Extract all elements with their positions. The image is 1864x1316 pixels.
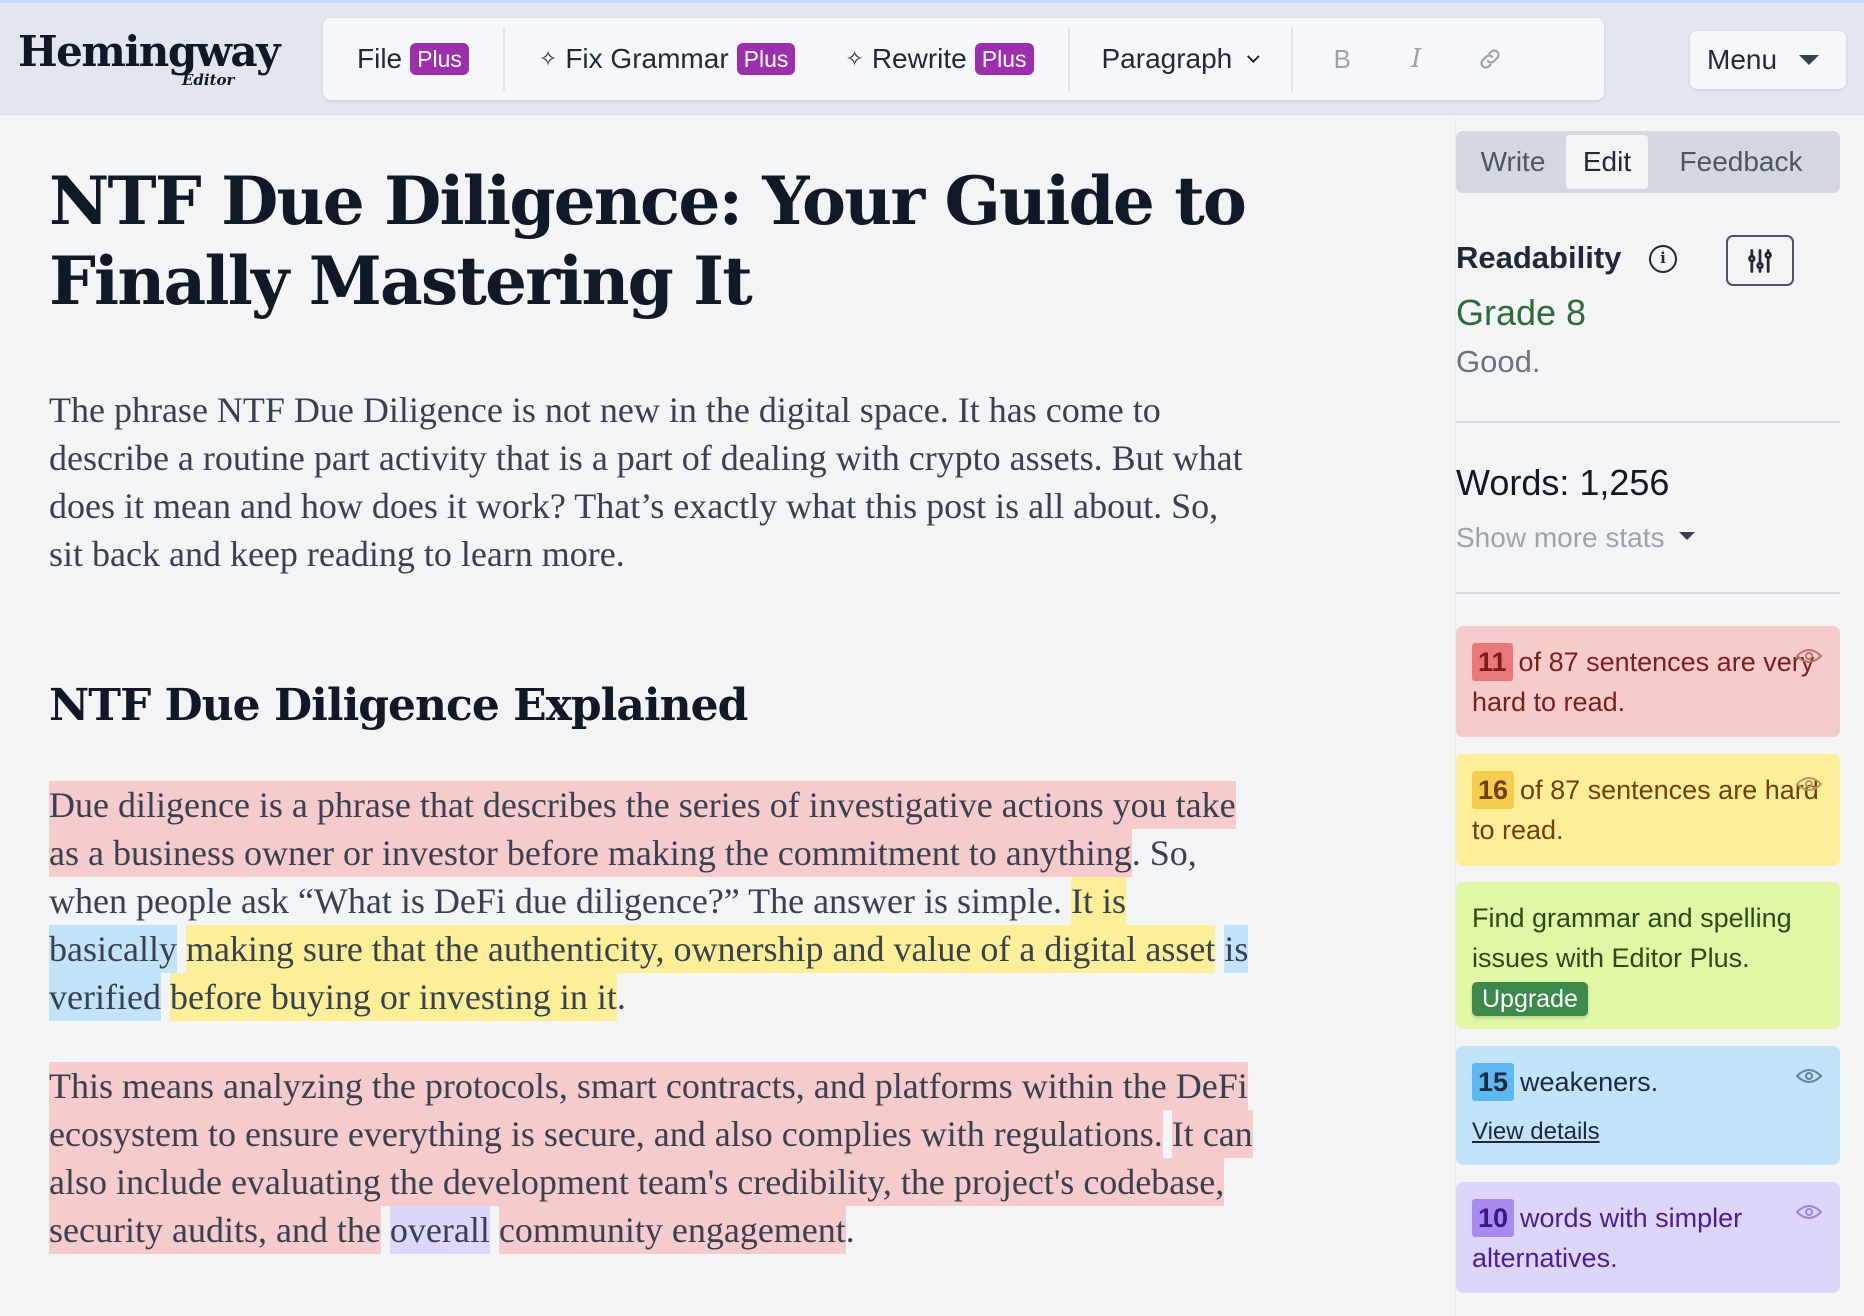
readability-settings-button[interactable]: [1726, 235, 1794, 286]
document-title[interactable]: NTF Due Diligence: Your Guide to Finally…: [49, 161, 1269, 321]
hemingway-logo[interactable]: Hemingway Editor: [18, 27, 280, 91]
eye-icon[interactable]: [1796, 774, 1822, 794]
mode-tabs: Write Edit Feedback: [1456, 131, 1840, 193]
eye-icon[interactable]: [1796, 1202, 1822, 1222]
italic-icon: I: [1411, 44, 1422, 74]
sparkle-icon: ✧: [845, 46, 864, 71]
sidebar: Write Edit Feedback Readability i Grade …: [1456, 116, 1840, 1316]
simpler-alternatives-card[interactable]: 10 words with simpler alternatives.: [1456, 1182, 1840, 1293]
eye-icon[interactable]: [1796, 646, 1822, 666]
tab-write[interactable]: Write: [1460, 135, 1566, 189]
paragraph-3[interactable]: This means analyzing the protocols, smar…: [49, 1062, 1259, 1254]
readability-label: Readability: [1456, 240, 1622, 275]
logo-main: Hemingway: [18, 27, 280, 76]
card-text: of 87 sentences are very hard to read.: [1472, 647, 1815, 717]
paragraph-2[interactable]: Due diligence is a phrase that describes…: [49, 781, 1259, 1021]
show-more-label: Show more stats: [1456, 522, 1665, 553]
menu-button[interactable]: Menu: [1690, 31, 1846, 89]
grammar-upsell-card: Find grammar and spelling issues with Ed…: [1456, 882, 1840, 1029]
rewrite-button[interactable]: ✧ Rewrite Plus: [827, 18, 1067, 100]
tab-feedback[interactable]: Feedback: [1648, 135, 1834, 189]
sliders-icon: [1748, 248, 1772, 273]
toolbar-divider: [1291, 27, 1294, 91]
menu-label: Menu: [1707, 44, 1778, 75]
count-badge: 16: [1472, 771, 1515, 809]
show-more-stats-button[interactable]: Show more stats: [1456, 522, 1695, 554]
eye-icon[interactable]: [1796, 1066, 1822, 1086]
count-badge: 15: [1472, 1063, 1515, 1101]
hard-sentences-card[interactable]: 16 of 87 sentences are hard to read.: [1456, 754, 1840, 866]
very-hard-sentence-highlight[interactable]: community engagement: [498, 1206, 846, 1254]
app-header: Hemingway Editor File Plus ✧ Fix Grammar…: [0, 3, 1864, 115]
file-button[interactable]: File Plus: [323, 18, 503, 100]
simpler-word-highlight[interactable]: overall: [389, 1206, 490, 1254]
section-divider: [1456, 421, 1840, 423]
card-text: of 87 sentences are hard to read.: [1472, 775, 1819, 845]
count-badge: 10: [1472, 1199, 1515, 1237]
hard-sentence-highlight[interactable]: before buying or investing in it: [169, 973, 617, 1021]
upgrade-button[interactable]: Upgrade: [1472, 982, 1588, 1016]
info-icon[interactable]: i: [1649, 245, 1677, 273]
paragraph-select-value: Paragraph: [1101, 43, 1233, 74]
section-divider: [1456, 592, 1840, 594]
plain-text: .: [845, 1210, 855, 1250]
card-text: weakeners.: [1520, 1067, 1659, 1097]
weakener-highlight[interactable]: basically: [49, 925, 177, 973]
fix-grammar-label: Fix Grammar: [565, 43, 729, 74]
plain-text: .: [616, 977, 626, 1017]
caret-down-icon: [1678, 532, 1695, 540]
view-details-link[interactable]: View details: [1472, 1112, 1600, 1152]
paragraph-style-select[interactable]: Paragraph: [1070, 18, 1292, 100]
editor-area[interactable]: NTF Due Diligence: Your Guide to Finally…: [0, 116, 1455, 1316]
bold-button[interactable]: B: [1305, 18, 1379, 100]
sparkle-icon: ✧: [538, 46, 558, 71]
very-hard-sentence-highlight[interactable]: This means analyzing the protocols, smar…: [49, 1062, 1248, 1158]
link-icon: [1480, 49, 1500, 69]
plus-badge: Plus: [410, 43, 469, 75]
file-label: File: [357, 43, 403, 74]
weakeners-card[interactable]: 15 weakeners. View details: [1456, 1046, 1840, 1165]
count-badge: 11: [1472, 643, 1513, 681]
tab-edit[interactable]: Edit: [1566, 135, 1648, 189]
plus-badge: Plus: [736, 43, 796, 75]
hard-sentence-highlight[interactable]: It is: [1071, 877, 1127, 925]
editor-toolbar: File Plus ✧ Fix Grammar Plus ✧ Rewrite P…: [323, 18, 1604, 100]
caret-down-icon: [1799, 55, 1820, 65]
very-hard-sentence-highlight[interactable]: Due diligence is a phrase that describes…: [49, 781, 1236, 877]
logo-sub: Editor: [182, 71, 235, 89]
very-hard-sentence-highlight[interactable]: .: [1153, 1110, 1163, 1158]
fix-grammar-button[interactable]: ✧ Fix Grammar Plus: [505, 18, 828, 100]
bold-icon: B: [1333, 43, 1351, 74]
hard-sentence-highlight[interactable]: making sure that the authenticity, owner…: [185, 925, 1216, 973]
link-button[interactable]: [1453, 18, 1527, 100]
intro-paragraph[interactable]: The phrase NTF Due Diligence is not new …: [49, 386, 1259, 578]
plus-badge: Plus: [974, 43, 1034, 75]
readability-grade: Grade 8: [1456, 292, 1587, 333]
card-text: Find grammar and spelling issues with Ed…: [1472, 903, 1792, 973]
rewrite-label: Rewrite: [871, 43, 967, 74]
readability-comment: Good.: [1456, 344, 1541, 379]
word-count: Words: 1,256: [1456, 462, 1670, 503]
section-heading[interactable]: NTF Due Diligence Explained: [49, 676, 748, 736]
very-hard-sentences-card[interactable]: 11 of 87 sentences are very hard to read.: [1456, 626, 1840, 737]
chevron-down-icon: [1247, 49, 1260, 63]
italic-button[interactable]: I: [1379, 18, 1453, 100]
